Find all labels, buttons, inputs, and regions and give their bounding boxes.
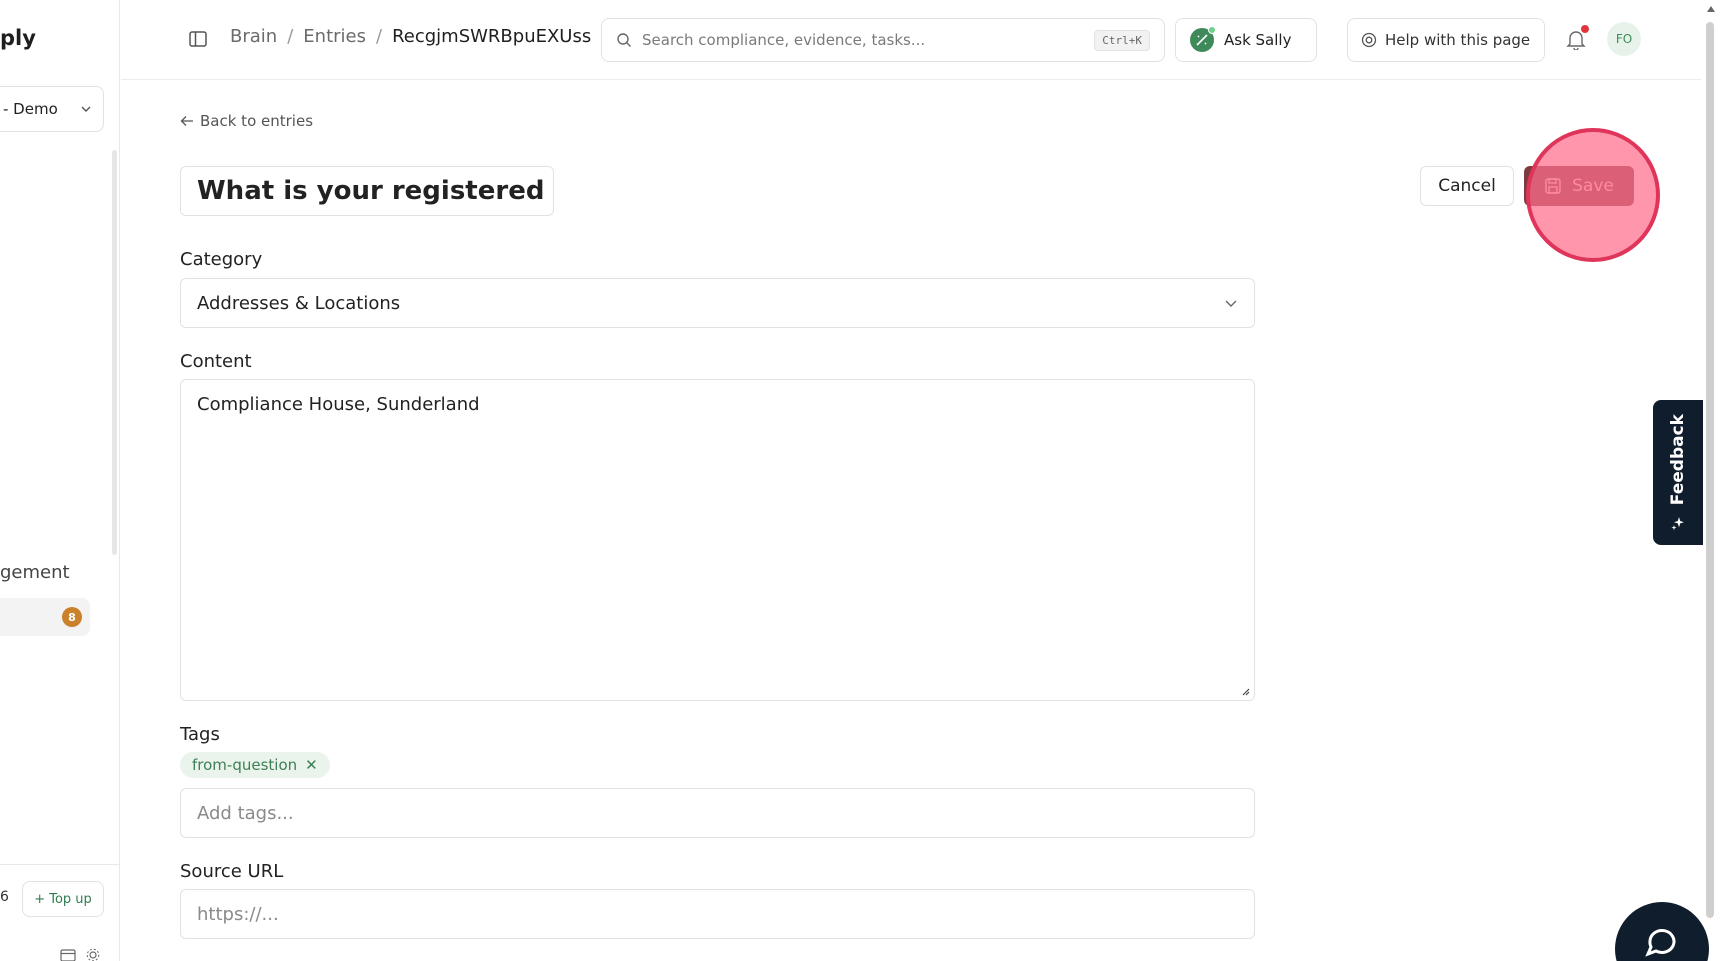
arrow-left-icon xyxy=(180,116,193,126)
sidebar-section-label: gement xyxy=(0,562,70,583)
entry-title-input[interactable]: What is your registered offi xyxy=(180,166,554,216)
breadcrumb: Brain / Entries / RecgjmSWRBpuEXUss xyxy=(230,26,591,47)
remove-tag-icon[interactable]: ✕ xyxy=(305,756,318,774)
category-select-value: Addresses & Locations xyxy=(197,292,401,314)
organization-select-label: - Demo xyxy=(3,100,58,118)
search-shortcut-hint: Ctrl+K xyxy=(1094,29,1150,51)
save-button[interactable]: Save xyxy=(1524,166,1634,206)
scroll-up-arrow-icon[interactable] xyxy=(1706,4,1716,14)
source-url-input[interactable] xyxy=(197,903,1238,925)
content-textarea[interactable]: Compliance House, Sunderland xyxy=(197,394,1238,686)
sidebar-item-badge: 8 xyxy=(62,607,82,627)
lifebuoy-icon xyxy=(1361,32,1377,48)
sidebar: ply - Demo gement 8 6 + Top up xyxy=(0,0,120,961)
ask-sally-button[interactable]: Ask Sally xyxy=(1175,18,1317,62)
tags-input[interactable] xyxy=(197,802,1238,824)
tag-chip-label: from-question xyxy=(192,756,298,774)
tag-chip: from-question ✕ xyxy=(180,752,330,778)
sparkle-icon xyxy=(1671,517,1684,531)
content-label: Content xyxy=(180,351,252,372)
tags-label: Tags xyxy=(180,724,220,745)
breadcrumb-entries[interactable]: Entries xyxy=(303,26,366,47)
chevron-down-icon xyxy=(1225,300,1237,307)
breadcrumb-current: RecgjmSWRBpuEXUss xyxy=(392,26,592,47)
organization-select[interactable]: - Demo xyxy=(0,86,104,132)
breadcrumb-separator: / xyxy=(287,26,294,47)
content-textarea-wrapper: Compliance House, Sunderland xyxy=(180,379,1255,701)
page-scrollbar[interactable] xyxy=(1706,22,1714,918)
feedback-label: Feedback xyxy=(1668,413,1688,506)
notification-dot xyxy=(1581,25,1589,33)
sidebar-footer-icons xyxy=(60,948,100,961)
breadcrumb-separator: / xyxy=(375,26,383,47)
chat-icon xyxy=(1645,929,1676,957)
toggle-sidebar-icon[interactable] xyxy=(188,29,208,49)
user-avatar[interactable]: FO xyxy=(1607,22,1641,56)
sidebar-divider xyxy=(0,864,119,865)
global-search[interactable]: Ctrl+K xyxy=(601,18,1165,62)
source-url-label: Source URL xyxy=(180,861,284,882)
search-input[interactable] xyxy=(642,31,1095,49)
chat-support-button[interactable] xyxy=(1615,902,1709,961)
sidebar-scrollbar[interactable] xyxy=(112,150,117,555)
calendar-icon[interactable] xyxy=(60,948,76,961)
top-header: Brain / Entries / RecgjmSWRBpuEXUss Ctrl… xyxy=(121,0,1701,80)
breadcrumb-brain[interactable]: Brain xyxy=(230,26,277,47)
tags-input-wrapper xyxy=(180,788,1255,838)
chevron-down-icon xyxy=(81,106,91,112)
brand-logo-text: ply xyxy=(0,26,36,50)
top-up-button[interactable]: + Top up xyxy=(22,881,104,917)
search-icon xyxy=(617,33,631,47)
cancel-button[interactable]: Cancel xyxy=(1420,166,1514,206)
back-to-entries-link[interactable]: Back to entries xyxy=(180,112,313,130)
category-label: Category xyxy=(180,249,263,270)
back-link-label: Back to entries xyxy=(200,112,314,130)
entry-title-value: What is your registered offi xyxy=(197,176,553,206)
save-icon xyxy=(1545,178,1561,194)
ask-sally-label: Ask Sally xyxy=(1224,31,1292,49)
sally-avatar-icon xyxy=(1190,26,1216,52)
feedback-tab[interactable]: Feedback xyxy=(1653,400,1703,545)
save-button-label: Save xyxy=(1572,176,1614,196)
help-label: Help with this page xyxy=(1385,31,1531,49)
source-url-wrapper xyxy=(180,889,1255,939)
gear-icon[interactable] xyxy=(86,948,100,961)
credits-count: 6 xyxy=(0,889,9,905)
resize-handle-icon[interactable] xyxy=(1240,686,1250,696)
category-select[interactable]: Addresses & Locations xyxy=(180,278,1255,328)
app-window: ply - Demo gement 8 6 + Top up Brain / E… xyxy=(0,0,1720,961)
help-with-page-button[interactable]: Help with this page xyxy=(1347,18,1545,62)
